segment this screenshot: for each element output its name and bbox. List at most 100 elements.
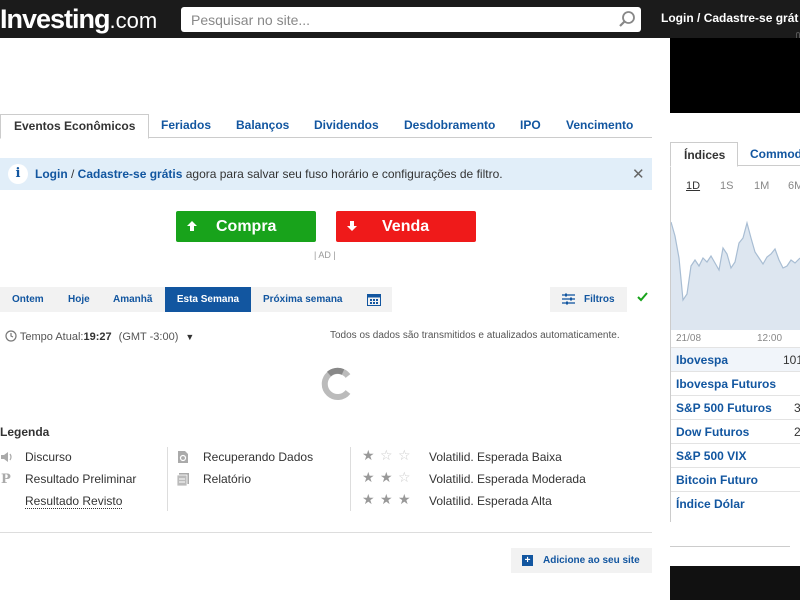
legend-divider	[167, 447, 168, 511]
index-row[interactable]: S&P 500 VIX	[671, 443, 800, 467]
plus-icon: +	[522, 555, 533, 566]
logo-suffix: .com	[109, 8, 158, 33]
star-empty-icon: ☆	[380, 447, 393, 463]
tab-earnings[interactable]: Balanços	[236, 114, 289, 138]
star-icon: ★	[380, 491, 393, 507]
ad-panel	[670, 38, 800, 113]
star-icon: ★	[398, 491, 411, 507]
report-icon	[176, 473, 189, 486]
banner-signup-link[interactable]: Cadastre-se grátis	[78, 167, 183, 181]
info-banner: i Login / Cadastre-se grátis agora para …	[0, 158, 652, 190]
legend-preliminary: Resultado Preliminar	[25, 472, 137, 486]
tab-ipo[interactable]: IPO	[520, 114, 541, 138]
date-tab-tomorrow[interactable]: Amanhã	[113, 287, 152, 312]
tab-economic-events[interactable]: Eventos Econômicos	[0, 114, 150, 139]
banner-message: agora para salvar seu fuso horário e con…	[182, 167, 503, 181]
index-name[interactable]: Ibovespa	[676, 353, 728, 367]
current-time[interactable]: Tempo Atual:19:27 (GMT -3:00) ▼	[5, 330, 194, 343]
date-tab-next-week[interactable]: Próxima semana	[263, 287, 343, 312]
legend-divider	[350, 447, 351, 511]
buy-button[interactable]: Compra	[176, 211, 316, 242]
date-tab-yesterday[interactable]: Ontem	[12, 287, 44, 312]
range-6m[interactable]: 6M	[788, 180, 800, 192]
index-row[interactable]: S&P 500 Futuros 3	[671, 395, 800, 419]
tab-expiration[interactable]: Vencimento	[566, 114, 633, 138]
star-empty-icon: ☆	[398, 469, 411, 485]
index-row[interactable]: Bitcoin Futuro	[671, 467, 800, 491]
retrieving-data-icon	[178, 451, 188, 463]
range-1m[interactable]: 1M	[754, 180, 769, 192]
legend-vol-high: Volatilid. Esperada Alta	[429, 494, 552, 508]
logo-text: Investing	[0, 4, 111, 34]
add-to-site-button[interactable]: + Adicione ao seu site	[511, 548, 652, 573]
timezone-value: (GMT -3:00)	[118, 331, 179, 343]
index-name[interactable]: S&P 500 VIX	[676, 449, 747, 463]
index-value: 3	[794, 401, 800, 415]
date-tab-today[interactable]: Hoje	[68, 287, 90, 312]
tab-splits[interactable]: Desdobramento	[404, 114, 495, 138]
legend-vol-low: Volatilid. Esperada Baixa	[429, 450, 562, 464]
star-icon: ★	[362, 469, 375, 485]
range-1d[interactable]: 1D	[686, 180, 700, 192]
arrow-up-icon	[187, 221, 197, 231]
search-input[interactable]	[181, 7, 601, 32]
sell-button[interactable]: Venda	[336, 211, 476, 242]
calendar-tabs: Eventos Econômicos Feriados Balanços Div…	[0, 114, 652, 139]
signup-link[interactable]: Cadastre-se grát	[704, 11, 799, 25]
index-mini-chart	[671, 220, 800, 330]
ad-tag: | AD |	[314, 250, 336, 260]
search-box	[181, 7, 641, 32]
auth-links: Login / Cadastre-se grát	[661, 11, 798, 25]
stream-note: Todos os dados são transmitidos e atuali…	[330, 330, 620, 341]
widget-tab-commodities[interactable]: Commod	[750, 142, 800, 166]
banner-separator: /	[67, 167, 78, 181]
index-row[interactable]: Ibovespa 101	[671, 347, 800, 371]
star-empty-icon: ☆	[398, 447, 411, 463]
star-icon: ★	[362, 447, 375, 463]
banner-login-link[interactable]: Login	[35, 167, 68, 181]
buy-label: Compra	[216, 218, 277, 235]
clock-icon	[5, 330, 17, 342]
widget-divider	[670, 546, 790, 547]
index-name[interactable]: S&P 500 Futuros	[676, 401, 772, 415]
tab-holidays[interactable]: Feriados	[161, 114, 211, 138]
auth-separator: /	[697, 11, 701, 25]
date-filter-bar: Ontem Hoje Amanhã Esta Semana Próxima se…	[0, 287, 392, 312]
search-icon[interactable]	[618, 10, 636, 28]
filters-button[interactable]: Filtros	[550, 287, 627, 312]
info-icon: i	[8, 164, 28, 184]
range-1s[interactable]: 1S	[720, 180, 733, 192]
index-value: 2	[794, 425, 800, 439]
widget-tab-indices[interactable]: Índices	[670, 142, 738, 167]
legend-retrieving: Recuperando Dados	[203, 450, 314, 464]
chevron-down-icon[interactable]: ▼	[185, 332, 194, 342]
preliminary-icon: P	[1, 472, 11, 487]
widget-tabs: Índices Commod	[670, 142, 800, 167]
calendar-icon[interactable]	[367, 293, 381, 306]
tab-dividends[interactable]: Dividendos	[314, 114, 379, 138]
filters-label: Filtros	[584, 294, 615, 305]
index-name[interactable]: Dow Futuros	[676, 425, 749, 439]
date-tab-this-week[interactable]: Esta Semana	[165, 287, 251, 312]
login-link[interactable]: Login	[661, 11, 694, 25]
index-row[interactable]: Ibovespa Futuros	[671, 371, 800, 395]
index-name[interactable]: Ibovespa Futuros	[676, 377, 776, 391]
legend-vol-moderate: Volatilid. Esperada Moderada	[429, 472, 586, 486]
top-header: Investing.com Login / Cadastre-se grát	[0, 0, 800, 46]
chart-xlabel: 12:00	[757, 333, 783, 344]
index-row[interactable]: Dow Futuros 2	[671, 419, 800, 443]
star-icon: ★	[380, 469, 393, 485]
legend-title: Legenda	[0, 425, 50, 439]
index-name[interactable]: Índice Dólar	[676, 497, 745, 511]
index-row[interactable]: Índice Dólar	[671, 491, 800, 515]
chart-xlabel: 21/08	[676, 333, 702, 344]
index-name[interactable]: Bitcoin Futuro	[676, 473, 758, 487]
sliders-icon	[562, 293, 575, 305]
section-divider	[0, 532, 652, 533]
legend-report: Relatório	[203, 472, 252, 486]
site-logo[interactable]: Investing.com	[0, 2, 157, 38]
checkmark-icon	[637, 292, 648, 302]
ad-panel-bottom	[670, 566, 800, 600]
close-icon[interactable]: ✕	[632, 165, 645, 183]
add-to-site-label: Adicione ao seu site	[543, 555, 640, 566]
